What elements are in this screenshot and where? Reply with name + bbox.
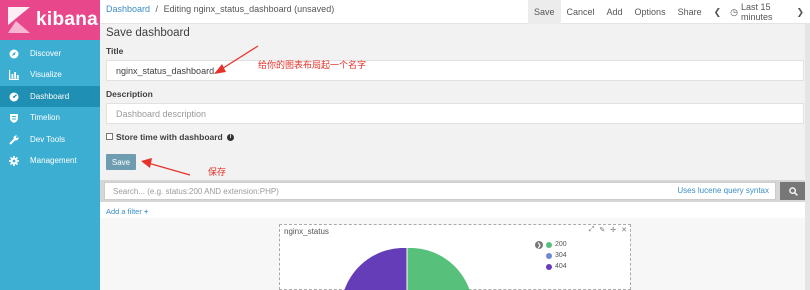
legend-label: 304 — [555, 252, 567, 259]
add-filter-text: Add a filter — [106, 207, 142, 216]
legend-item-200[interactable]: 200 — [546, 239, 567, 250]
search-placeholder: Search... (e.g. status:200 AND extension… — [113, 187, 279, 196]
edit-pencil-icon[interactable]: ✎ — [599, 226, 605, 234]
search-icon — [788, 186, 798, 196]
legend-toggle-icon[interactable]: ❯ — [535, 241, 543, 249]
legend-item-404[interactable]: 404 — [546, 261, 567, 272]
search-input[interactable]: Search... (e.g. status:200 AND extension… — [104, 182, 776, 200]
query-bar: Search... (e.g. status:200 AND extension… — [100, 180, 810, 202]
lucene-syntax-link[interactable]: Uses lucene query syntax — [677, 186, 769, 195]
title-annotation: 给你的图表布局起一个名字 — [258, 60, 367, 70]
add-filter-link[interactable]: Add a filter + — [106, 207, 148, 216]
search-button[interactable] — [780, 182, 806, 200]
legend: 200 304 404 — [546, 239, 567, 272]
pie-chart — [344, 248, 470, 290]
pie-slice-404[interactable] — [344, 248, 407, 290]
page-scrollbar[interactable] — [805, 24, 810, 290]
panel-controls: ⤢ ✎ ✛ ✕ — [589, 226, 627, 234]
save-annotation: 保存 — [208, 167, 227, 177]
visualization-title: nginx_status — [284, 227, 329, 236]
legend-dot — [546, 241, 552, 248]
legend-label: 200 — [555, 241, 567, 248]
expand-icon[interactable]: ⤢ — [589, 226, 595, 234]
legend-dot — [546, 263, 552, 270]
pie-slice-200[interactable] — [407, 248, 470, 290]
move-icon[interactable]: ✛ — [610, 226, 616, 234]
legend-label: 404 — [555, 263, 567, 270]
close-icon[interactable]: ✕ — [621, 226, 627, 234]
plus-icon: + — [143, 207, 149, 216]
legend-item-304[interactable]: 304 — [546, 250, 567, 261]
legend-dot — [546, 252, 552, 259]
visualization-panel[interactable]: nginx_status ⤢ ✎ ✛ ✕ ❯ 200 304 404 — [279, 224, 631, 290]
